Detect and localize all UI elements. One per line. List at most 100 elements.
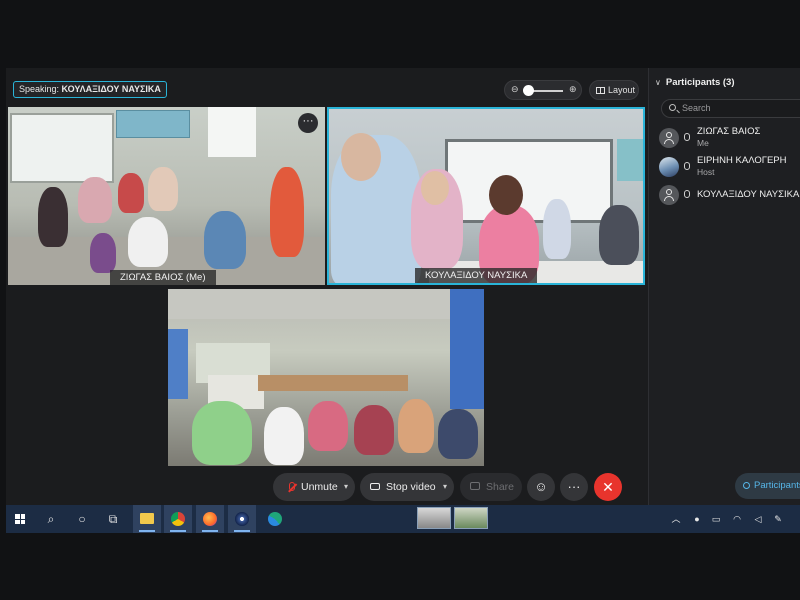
chevron-down-icon[interactable]: ∨ [655, 78, 661, 87]
participant-role: Me [697, 138, 709, 148]
curtain [450, 289, 484, 409]
pen-icon[interactable]: ✎ [768, 505, 788, 533]
letterbox-frame: Speaking: ΚΟΥΛΑΞΙΔΟΥ ΝΑΥΣΙΚΑ ⊖ ⊕ Layout [0, 0, 800, 600]
participants-button[interactable]: Participants [735, 473, 800, 499]
zoom-out-icon[interactable]: ⊖ [511, 84, 519, 95]
participant-row[interactable]: ΚΟΥΛΑΞΙΔΟΥ ΝΑΥΣΙΚΑ [659, 182, 800, 208]
task-view-icon[interactable]: ⧉ [99, 505, 127, 533]
participant-role: Host [697, 167, 715, 177]
participants-search-input[interactable]: Search [661, 99, 800, 118]
wifi-icon[interactable]: ◠ [727, 505, 747, 533]
screen: Speaking: ΚΟΥΛΑΞΙΔΟΥ ΝΑΥΣΙΚΑ ⊖ ⊕ Layout [6, 68, 800, 533]
start-icon[interactable] [6, 505, 34, 533]
video-label: ΖΙΩΓΑΣ ΒΑΙΟΣ (Me) [110, 270, 216, 285]
stop-video-button[interactable]: Stop video ▾ [360, 473, 454, 501]
participants-panel: ∨ Participants (3) Search ΖΙΩΓΑΣ ΒΑΙΟΣ Me… [648, 68, 800, 505]
layout-icon [596, 87, 605, 94]
participants-title: Participants (3) [665, 77, 735, 88]
student-figure [192, 401, 252, 465]
student-figure [270, 167, 304, 257]
avatar [659, 128, 679, 148]
file-explorer-icon[interactable] [133, 505, 161, 533]
participant-name: ΕΙΡΗΝΗ ΚΑΛΟΓΕΡΗ [697, 155, 787, 166]
layout-button[interactable]: Layout [589, 80, 639, 100]
student-figure [78, 177, 112, 223]
student-figure [90, 233, 116, 273]
participant-row[interactable]: ΕΙΡΗΝΗ ΚΑΛΟΓΕΡΗ Host [659, 154, 800, 180]
zoom-knob[interactable] [523, 85, 534, 96]
meeting-stage: Speaking: ΚΟΥΛΑΞΙΔΟΥ ΝΑΥΣΙΚΑ ⊖ ⊕ Layout [6, 68, 648, 505]
student-figure [543, 199, 571, 259]
edge-icon[interactable] [261, 505, 289, 533]
student-figure [438, 409, 478, 459]
webex-icon[interactable] [228, 505, 256, 533]
wall-map [617, 139, 643, 181]
mic-icon [684, 190, 690, 198]
window-thumbnail[interactable] [454, 507, 488, 529]
participant-name: ΚΟΥΛΑΞΙΔΟΥ ΝΑΥΣΙΚΑ [697, 189, 800, 200]
teacher-head [341, 133, 381, 181]
shelf [258, 375, 408, 391]
participant-name: ΖΙΩΓΑΣ ΒΑΙΟΣ [697, 126, 761, 137]
curtain [168, 329, 188, 399]
window-thumbnail[interactable] [417, 507, 451, 529]
chevron-down-icon[interactable]: ▾ [344, 473, 348, 501]
student-figure [308, 401, 348, 451]
video-tile-ziogas[interactable]: ··· ΖΙΩΓΑΣ ΒΑΙΟΣ (Me) [8, 107, 325, 285]
mic-icon [684, 162, 690, 170]
avatar [659, 185, 679, 205]
zoom-slider[interactable]: ⊖ ⊕ [504, 80, 582, 100]
stop-video-label: Stop video [386, 481, 436, 493]
windows-taskbar: ⌕ ○ ⧉ ︿ ● ▭ ◠ ◁ ✎ [6, 505, 800, 533]
unmute-label: Unmute [301, 481, 338, 493]
mic-icon[interactable]: ● [687, 505, 707, 533]
student-figure [599, 205, 639, 265]
search-icon [669, 104, 676, 111]
cortana-icon[interactable]: ○ [68, 505, 96, 533]
share-icon [470, 482, 480, 490]
share-label: Share [486, 481, 515, 493]
search-icon[interactable]: ⌕ [37, 505, 65, 533]
leave-meeting-button[interactable]: ✕ [594, 473, 622, 501]
zoom-in-icon[interactable]: ⊕ [569, 84, 577, 95]
participants-button-label: Participants [754, 480, 800, 491]
student-figure [354, 405, 394, 455]
tile-more-button[interactable]: ··· [298, 113, 318, 133]
student-figure [128, 217, 168, 267]
reactions-button[interactable]: ☺ [527, 473, 555, 501]
student-figure [264, 407, 304, 465]
speaking-name: ΚΟΥΛΑΞΙΔΟΥ ΝΑΥΣΙΚΑ [61, 84, 161, 94]
mic-icon [684, 133, 690, 141]
share-button[interactable]: Share [460, 473, 522, 501]
whiteboard [10, 113, 114, 183]
teacher-head [489, 175, 523, 215]
student-head [421, 171, 449, 205]
student-figure [204, 211, 246, 269]
search-placeholder: Search [682, 103, 711, 113]
ceiling [168, 289, 484, 319]
student-figure [38, 187, 68, 247]
chevron-up-icon[interactable]: ︿ [666, 505, 686, 533]
unmute-button[interactable]: Unmute ▾ [273, 473, 355, 501]
student-figure [148, 167, 178, 211]
student-figure [118, 173, 144, 213]
video-tile-koulaxidou[interactable]: ΚΟΥΛΑΞΙΔΟΥ ΝΑΥΣΙΚΑ [327, 107, 645, 285]
avatar [659, 157, 679, 177]
layout-label: Layout [608, 85, 636, 95]
more-options-button[interactable]: ··· [560, 473, 588, 501]
video-tile-classroom[interactable] [168, 289, 484, 466]
participant-row[interactable]: ΖΙΩΓΑΣ ΒΑΙΟΣ Me [659, 125, 800, 151]
participants-header[interactable]: ∨ Participants (3) [655, 77, 735, 88]
volume-icon[interactable]: ◁ [748, 505, 768, 533]
whiteboard [445, 139, 613, 223]
chrome-icon[interactable] [164, 505, 192, 533]
classroom-window [208, 107, 256, 157]
video-label: ΚΟΥΛΑΞΙΔΟΥ ΝΑΥΣΙΚΑ [415, 268, 538, 283]
student-figure [398, 399, 434, 453]
chevron-down-icon[interactable]: ▾ [443, 473, 447, 501]
firefox-icon[interactable] [196, 505, 224, 533]
battery-icon[interactable]: ▭ [706, 505, 726, 533]
person-icon [743, 482, 750, 489]
speaking-label: Speaking: [19, 84, 60, 94]
speaking-indicator: Speaking: ΚΟΥΛΑΞΙΔΟΥ ΝΑΥΣΙΚΑ [13, 81, 167, 98]
